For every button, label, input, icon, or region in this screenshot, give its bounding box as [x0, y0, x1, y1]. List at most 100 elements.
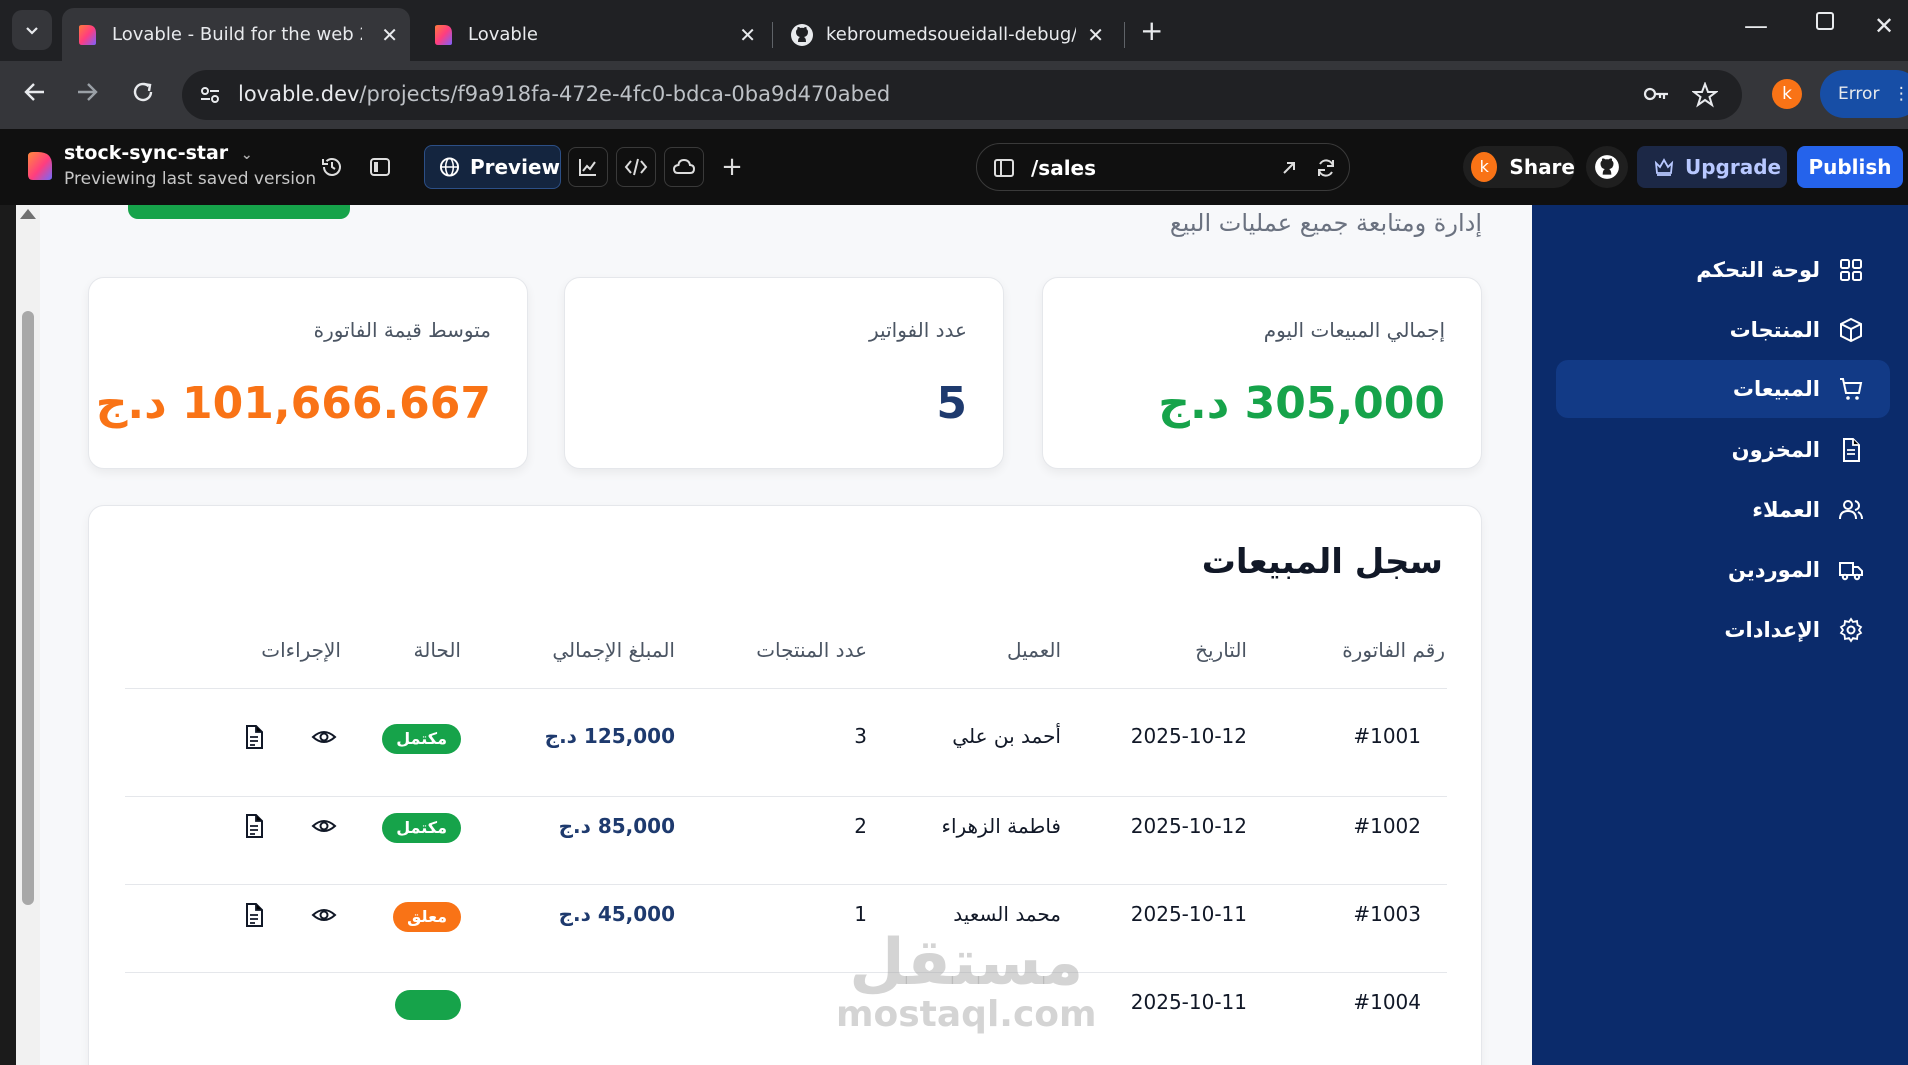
invoice-document-icon[interactable] — [241, 724, 267, 750]
open-external-icon[interactable] — [1279, 158, 1299, 178]
sidebar-item-settings[interactable]: الإعدادات — [1556, 601, 1890, 659]
address-bar[interactable]: lovable.dev/projects/f9a918fa-472e-4fc0-… — [182, 70, 1742, 120]
bookmark-star-icon[interactable] — [1691, 81, 1719, 114]
profile-avatar[interactable]: k — [1772, 79, 1802, 109]
sidebar-item-products[interactable]: المنتجات — [1556, 301, 1890, 359]
history-icon[interactable] — [318, 153, 346, 181]
password-key-icon[interactable] — [1642, 82, 1670, 112]
invoice-document-icon[interactable] — [241, 813, 267, 839]
browser-error-button[interactable]: Error ⋮ — [1820, 70, 1908, 118]
column-header-items: عدد المنتجات — [756, 638, 867, 662]
status-badge — [395, 990, 461, 1020]
back-arrow-icon[interactable] — [22, 79, 48, 112]
tab-separator — [1124, 22, 1125, 48]
browser-tab-lovable[interactable]: Lovable ✕ — [418, 8, 768, 61]
view-eye-icon[interactable] — [311, 902, 337, 928]
invoice-document-icon[interactable] — [241, 902, 267, 928]
upgrade-button[interactable]: Upgrade — [1637, 146, 1787, 188]
sidebar-item-inventory[interactable]: المخزون — [1556, 421, 1890, 479]
browser-tab-lovable-build[interactable]: Lovable - Build for the web 20x ✕ — [62, 8, 410, 61]
box-icon — [1840, 317, 1862, 343]
row-divider — [125, 884, 1447, 885]
app-preview: إدارة ومتابعة جميع عمليات البيع إجمالي ا… — [0, 205, 1908, 1065]
sidebar-item-label: المخزون — [1731, 438, 1820, 462]
stat-label: إجمالي المبيعات اليوم — [1263, 318, 1445, 342]
reload-icon[interactable] — [130, 79, 156, 112]
preview-label: Preview — [469, 155, 560, 179]
cell-date: 2025-10-11 — [1130, 902, 1247, 926]
tab-title: Lovable — [468, 24, 538, 45]
url-text[interactable]: lovable.dev/projects/f9a918fa-472e-4fc0-… — [238, 82, 890, 106]
scroll-up-arrow-icon[interactable] — [20, 209, 36, 219]
maximize-icon[interactable] — [1814, 10, 1836, 38]
cell-customer: محمد السعيد — [953, 902, 1061, 926]
refresh-icon[interactable] — [1315, 157, 1337, 179]
route-bar[interactable]: /sales — [976, 143, 1350, 191]
chevron-down-icon: ⌄ — [240, 147, 253, 163]
cloud-button[interactable] — [664, 147, 704, 187]
column-header-customer: العميل — [1006, 638, 1061, 662]
project-name[interactable]: stock-sync-star ⌄ — [64, 142, 253, 164]
close-icon[interactable]: ✕ — [1087, 23, 1104, 47]
stat-value: 101,666.667 د.ج — [95, 378, 491, 429]
code-button[interactable] — [616, 147, 656, 187]
crown-icon — [1654, 158, 1674, 176]
device-icon[interactable] — [993, 157, 1015, 179]
users-icon — [1839, 500, 1863, 520]
header-divider — [125, 688, 1447, 689]
preview-gutter — [0, 205, 16, 1065]
stat-card-total-sales: إجمالي المبيعات اليوم 305,000 د.ج — [1042, 277, 1482, 469]
github-icon — [791, 23, 813, 46]
route-input[interactable]: /sales — [1031, 156, 1096, 180]
chevron-down-icon — [26, 27, 38, 35]
lovable-logo-icon[interactable] — [26, 151, 54, 181]
watermark-arabic: مستقل — [849, 926, 1084, 1000]
tab-search-button[interactable] — [12, 10, 52, 50]
sidebar-item-dashboard[interactable]: لوحة التحكم — [1556, 241, 1890, 299]
view-eye-icon[interactable] — [311, 813, 337, 839]
sidebar-item-customers[interactable]: العملاء — [1556, 481, 1890, 539]
cell-total: 125,000 د.ج — [544, 724, 675, 748]
lovable-favicon-icon — [435, 24, 452, 45]
sidebar-item-label: العملاء — [1752, 498, 1820, 522]
new-tab-button[interactable]: + — [1140, 14, 1163, 47]
cell-items: 3 — [854, 724, 867, 748]
sidebar-item-label: الموردين — [1728, 558, 1820, 582]
stat-label: متوسط قيمة الفاتورة — [313, 318, 491, 342]
close-icon[interactable]: ✕ — [381, 23, 398, 47]
new-sale-button[interactable] — [128, 205, 350, 219]
browser-tab-github[interactable]: kebroumedsoueidall-debug/st ✕ — [776, 8, 1116, 61]
sidebar-item-suppliers[interactable]: الموردين — [1556, 541, 1890, 599]
forward-arrow-icon[interactable] — [74, 79, 100, 112]
scrollbar-thumb[interactable] — [22, 311, 34, 905]
preview-button[interactable]: Preview — [424, 145, 561, 189]
stat-value: 305,000 د.ج — [1158, 378, 1445, 429]
close-icon[interactable]: ✕ — [739, 23, 756, 47]
site-info-icon[interactable] — [198, 83, 222, 107]
plus-icon[interactable]: + — [718, 152, 746, 182]
sidebar-item-label: المنتجات — [1729, 318, 1820, 342]
publish-button[interactable]: Publish — [1797, 146, 1903, 188]
globe-icon — [439, 157, 460, 177]
browser-tab-strip: Lovable - Build for the web 20x ✕ Lovabl… — [0, 0, 1908, 61]
cart-icon — [1840, 378, 1863, 400]
stat-card-invoice-count: عدد الفواتير 5 — [564, 277, 1004, 469]
chart-line-icon — [579, 159, 596, 176]
stat-value: 5 — [936, 378, 967, 429]
more-vert-icon: ⋮ — [1892, 84, 1908, 104]
share-button[interactable]: k Share — [1463, 146, 1575, 188]
view-eye-icon[interactable] — [311, 724, 337, 750]
sales-log-title: سجل المبيعات — [1201, 542, 1443, 582]
app-sidebar: لوحة التحكم المنتجات المبيعات المخزون ال… — [1532, 205, 1908, 1065]
sidebar-item-sales[interactable]: المبيعات — [1556, 360, 1890, 418]
sidebar-toggle-icon[interactable] — [366, 153, 394, 181]
watermark-latin: mostaql.com — [836, 994, 1097, 1035]
share-label: Share — [1509, 155, 1575, 179]
window-close-icon[interactable]: ✕ — [1874, 12, 1894, 40]
minimize-icon[interactable]: — — [1744, 12, 1768, 40]
cell-customer: فاطمة الزهراء — [941, 814, 1061, 838]
cell-items: 2 — [854, 814, 867, 838]
analytics-button[interactable] — [568, 147, 608, 187]
github-button[interactable] — [1586, 146, 1628, 188]
row-divider — [125, 796, 1447, 797]
